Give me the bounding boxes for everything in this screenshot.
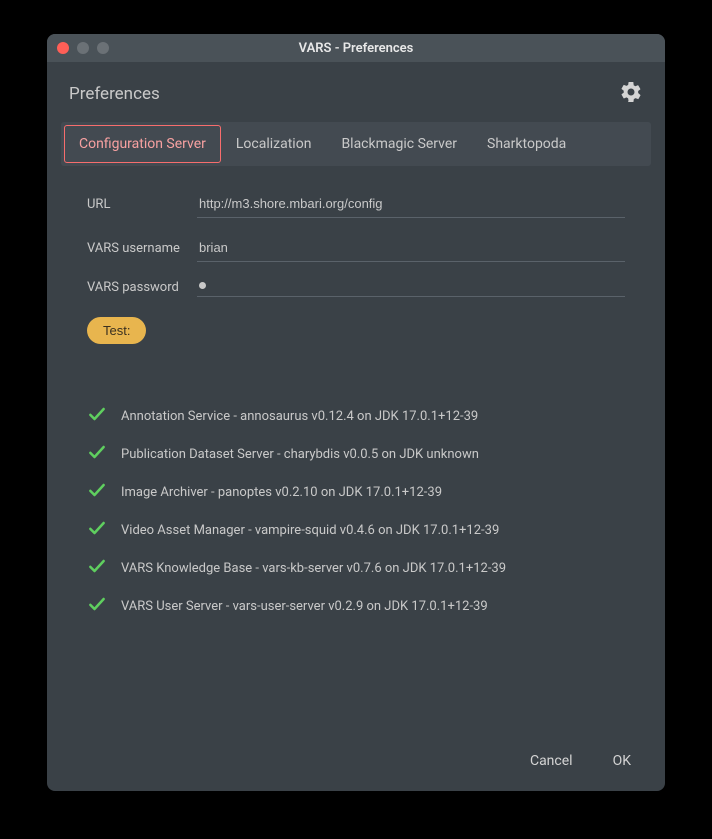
tabs: Configuration Server Localization Blackm… [61, 122, 651, 166]
check-icon [87, 442, 107, 466]
status-text: Publication Dataset Server - charybdis v… [121, 447, 479, 462]
window-title: VARS - Preferences [47, 41, 665, 56]
footer: Cancel OK [47, 731, 665, 791]
tab-blackmagic-server[interactable]: Blackmagic Server [326, 125, 472, 163]
status-row: VARS Knowledge Base - vars-kb-server v0.… [87, 556, 625, 580]
status-list: Annotation Service - annosaurus v0.12.4 … [87, 404, 625, 618]
test-button[interactable]: Test: [87, 317, 146, 344]
password-label: VARS password [87, 280, 197, 295]
gear-icon[interactable] [619, 80, 643, 108]
status-text: VARS Knowledge Base - vars-kb-server v0.… [121, 561, 506, 576]
check-icon [87, 518, 107, 542]
tab-sharktopoda[interactable]: Sharktopoda [472, 125, 581, 163]
url-row: URL [87, 190, 625, 218]
status-row: Video Asset Manager - vampire-squid v0.4… [87, 518, 625, 542]
url-label: URL [87, 197, 197, 212]
status-text: Image Archiver - panoptes v0.2.10 on JDK… [121, 485, 442, 500]
close-button[interactable] [57, 42, 69, 54]
maximize-button[interactable] [97, 42, 109, 54]
check-icon [87, 556, 107, 580]
window-controls [57, 42, 109, 54]
status-row: Image Archiver - panoptes v0.2.10 on JDK… [87, 480, 625, 504]
content: URL VARS username VARS password Test: An… [47, 166, 665, 731]
check-icon [87, 480, 107, 504]
page-title: Preferences [69, 84, 160, 104]
username-row: VARS username [87, 234, 625, 262]
status-text: Video Asset Manager - vampire-squid v0.4… [121, 523, 499, 538]
password-dot [199, 282, 206, 289]
status-row: VARS User Server - vars-user-server v0.2… [87, 594, 625, 618]
status-text: Annotation Service - annosaurus v0.12.4 … [121, 409, 478, 424]
tab-configuration-server[interactable]: Configuration Server [64, 125, 221, 163]
check-icon [87, 404, 107, 428]
status-text: VARS User Server - vars-user-server v0.2… [121, 599, 488, 614]
password-input[interactable] [197, 278, 625, 297]
status-row: Publication Dataset Server - charybdis v… [87, 442, 625, 466]
tabs-container: Configuration Server Localization Blackm… [47, 122, 665, 166]
url-input[interactable] [197, 190, 625, 218]
titlebar: VARS - Preferences [47, 34, 665, 62]
status-row: Annotation Service - annosaurus v0.12.4 … [87, 404, 625, 428]
username-input[interactable] [197, 234, 625, 262]
username-label: VARS username [87, 241, 197, 256]
ok-button[interactable]: OK [613, 753, 631, 769]
password-row: VARS password [87, 278, 625, 297]
header: Preferences [47, 62, 665, 122]
check-icon [87, 594, 107, 618]
minimize-button[interactable] [77, 42, 89, 54]
preferences-window: VARS - Preferences Preferences Configura… [47, 34, 665, 791]
tab-localization[interactable]: Localization [221, 125, 327, 163]
cancel-button[interactable]: Cancel [530, 753, 573, 769]
